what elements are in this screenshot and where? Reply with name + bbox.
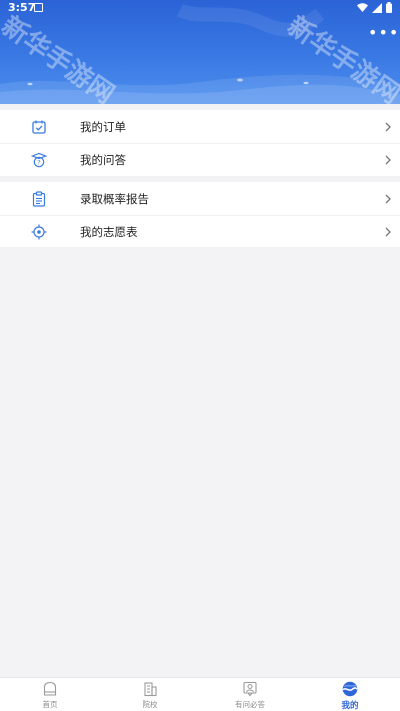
menu-item-my-wishlist[interactable]: 我的志愿表 [0, 215, 400, 248]
chevron-right-icon [385, 227, 391, 237]
battery-icon [386, 2, 392, 13]
qa-icon [243, 681, 257, 697]
nav-tab-home[interactable]: 首页 [0, 678, 100, 711]
status-bar: 3:57 [0, 0, 400, 16]
target-icon [31, 224, 47, 240]
menu-item-label: 录取概率报告 [80, 191, 149, 206]
chevron-right-icon [385, 155, 391, 165]
order-check-icon [32, 120, 46, 134]
question-icon: ? [31, 152, 47, 168]
school-icon [144, 682, 157, 697]
cellular-signal-icon [372, 2, 382, 13]
menu-item-admission-report[interactable]: 录取概率报告 [0, 182, 400, 215]
clipboard-icon [32, 190, 46, 207]
nav-label: 我的 [341, 701, 359, 711]
nav-label: 有问必答 [235, 700, 265, 709]
profile-icon [342, 681, 358, 697]
wifi-icon [357, 2, 368, 12]
nav-tab-schools[interactable]: 院校 [100, 678, 200, 711]
more-options-button[interactable]: ••• [368, 24, 398, 42]
bottom-navigation: 首页 院校 有问必答 我的 [0, 677, 400, 711]
menu-item-label: 我的志愿表 [80, 225, 138, 239]
home-icon [43, 681, 57, 696]
menu-group-reports: 录取概率报告 我的志愿表 [0, 182, 400, 247]
status-time: 3:57 [8, 1, 36, 14]
nav-label: 院校 [142, 700, 158, 709]
svg-text:?: ? [37, 159, 40, 167]
nav-tab-profile[interactable]: 我的 [300, 678, 400, 711]
menu-group-orders: 我的订单 ? 我的问答 [0, 110, 400, 176]
menu-item-my-questions[interactable]: ? 我的问答 [0, 143, 400, 176]
chevron-right-icon [385, 122, 391, 131]
status-icons [357, 2, 392, 13]
notification-icon [34, 3, 43, 12]
chevron-right-icon [385, 194, 391, 203]
menu-item-label: 我的订单 [80, 119, 126, 134]
menu-item-my-orders[interactable]: 我的订单 [0, 110, 400, 143]
nav-tab-qa[interactable]: 有问必答 [200, 678, 300, 711]
nav-label: 首页 [42, 700, 58, 709]
profile-header: 3:57 新华手游网 新华手游网 ••• [0, 0, 400, 104]
profile-screen: 3:57 新华手游网 新华手游网 ••• 我的订单 ? 我的问答 录取概率报告 … [0, 0, 400, 711]
menu-item-label: 我的问答 [80, 153, 126, 167]
